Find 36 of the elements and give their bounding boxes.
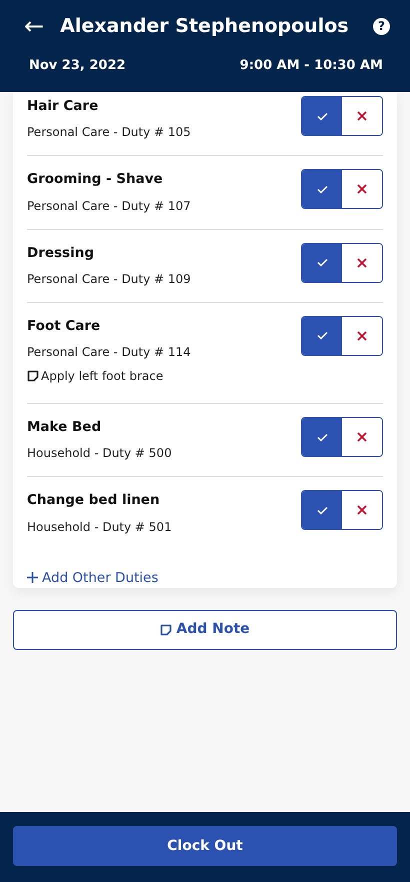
duty-name: Hair Care: [27, 97, 100, 116]
close-icon: [357, 184, 367, 194]
add-duties-link[interactable]: Add Other Duties: [27, 568, 158, 588]
close-icon: [357, 258, 367, 268]
duty-detail: Personal Care - Duty # 114: [27, 344, 191, 361]
duty-detail: Personal Care - Duty # 105: [27, 124, 191, 142]
duty-name: Grooming - Shave: [27, 170, 164, 190]
duty-name: Foot Care: [27, 316, 102, 336]
close-icon: [357, 432, 367, 442]
check-icon: [316, 184, 328, 194]
visit-date: Nov 23, 2022: [29, 56, 126, 74]
close-icon: [357, 505, 367, 516]
check-icon: [316, 331, 328, 340]
page-title: Alexander Stephenopoulos: [60, 14, 350, 39]
note-icon: [160, 624, 172, 636]
check-icon: [316, 112, 328, 120]
duty-note: Apply left foot brace: [41, 368, 164, 385]
duty-detail: Personal Care - Duty # 109: [27, 270, 191, 288]
back-button[interactable]: ←: [24, 14, 44, 38]
check-icon: [316, 432, 328, 442]
duty-detail: Household - Duty # 500: [27, 445, 172, 462]
duty-detail: Household - Duty # 501: [27, 518, 172, 536]
check-icon: [316, 258, 328, 267]
add-note-button[interactable]: Add Note: [13, 610, 397, 650]
duty-detail: Personal Care - Duty # 107: [27, 198, 191, 214]
close-icon: [357, 111, 367, 121]
clock-out-button[interactable]: Clock Out: [13, 826, 397, 866]
close-icon: [357, 330, 367, 341]
duty-name: Dressing: [27, 244, 95, 262]
note-icon: [27, 370, 39, 382]
help-button[interactable]: ?: [373, 18, 390, 35]
duty-name: Make Bed: [27, 418, 102, 437]
duty-name: Change bed linen: [27, 491, 161, 510]
check-icon: [316, 506, 328, 515]
visit-time: 9:00 AM - 10:30 AM: [240, 56, 383, 74]
plus-icon: [27, 572, 38, 584]
